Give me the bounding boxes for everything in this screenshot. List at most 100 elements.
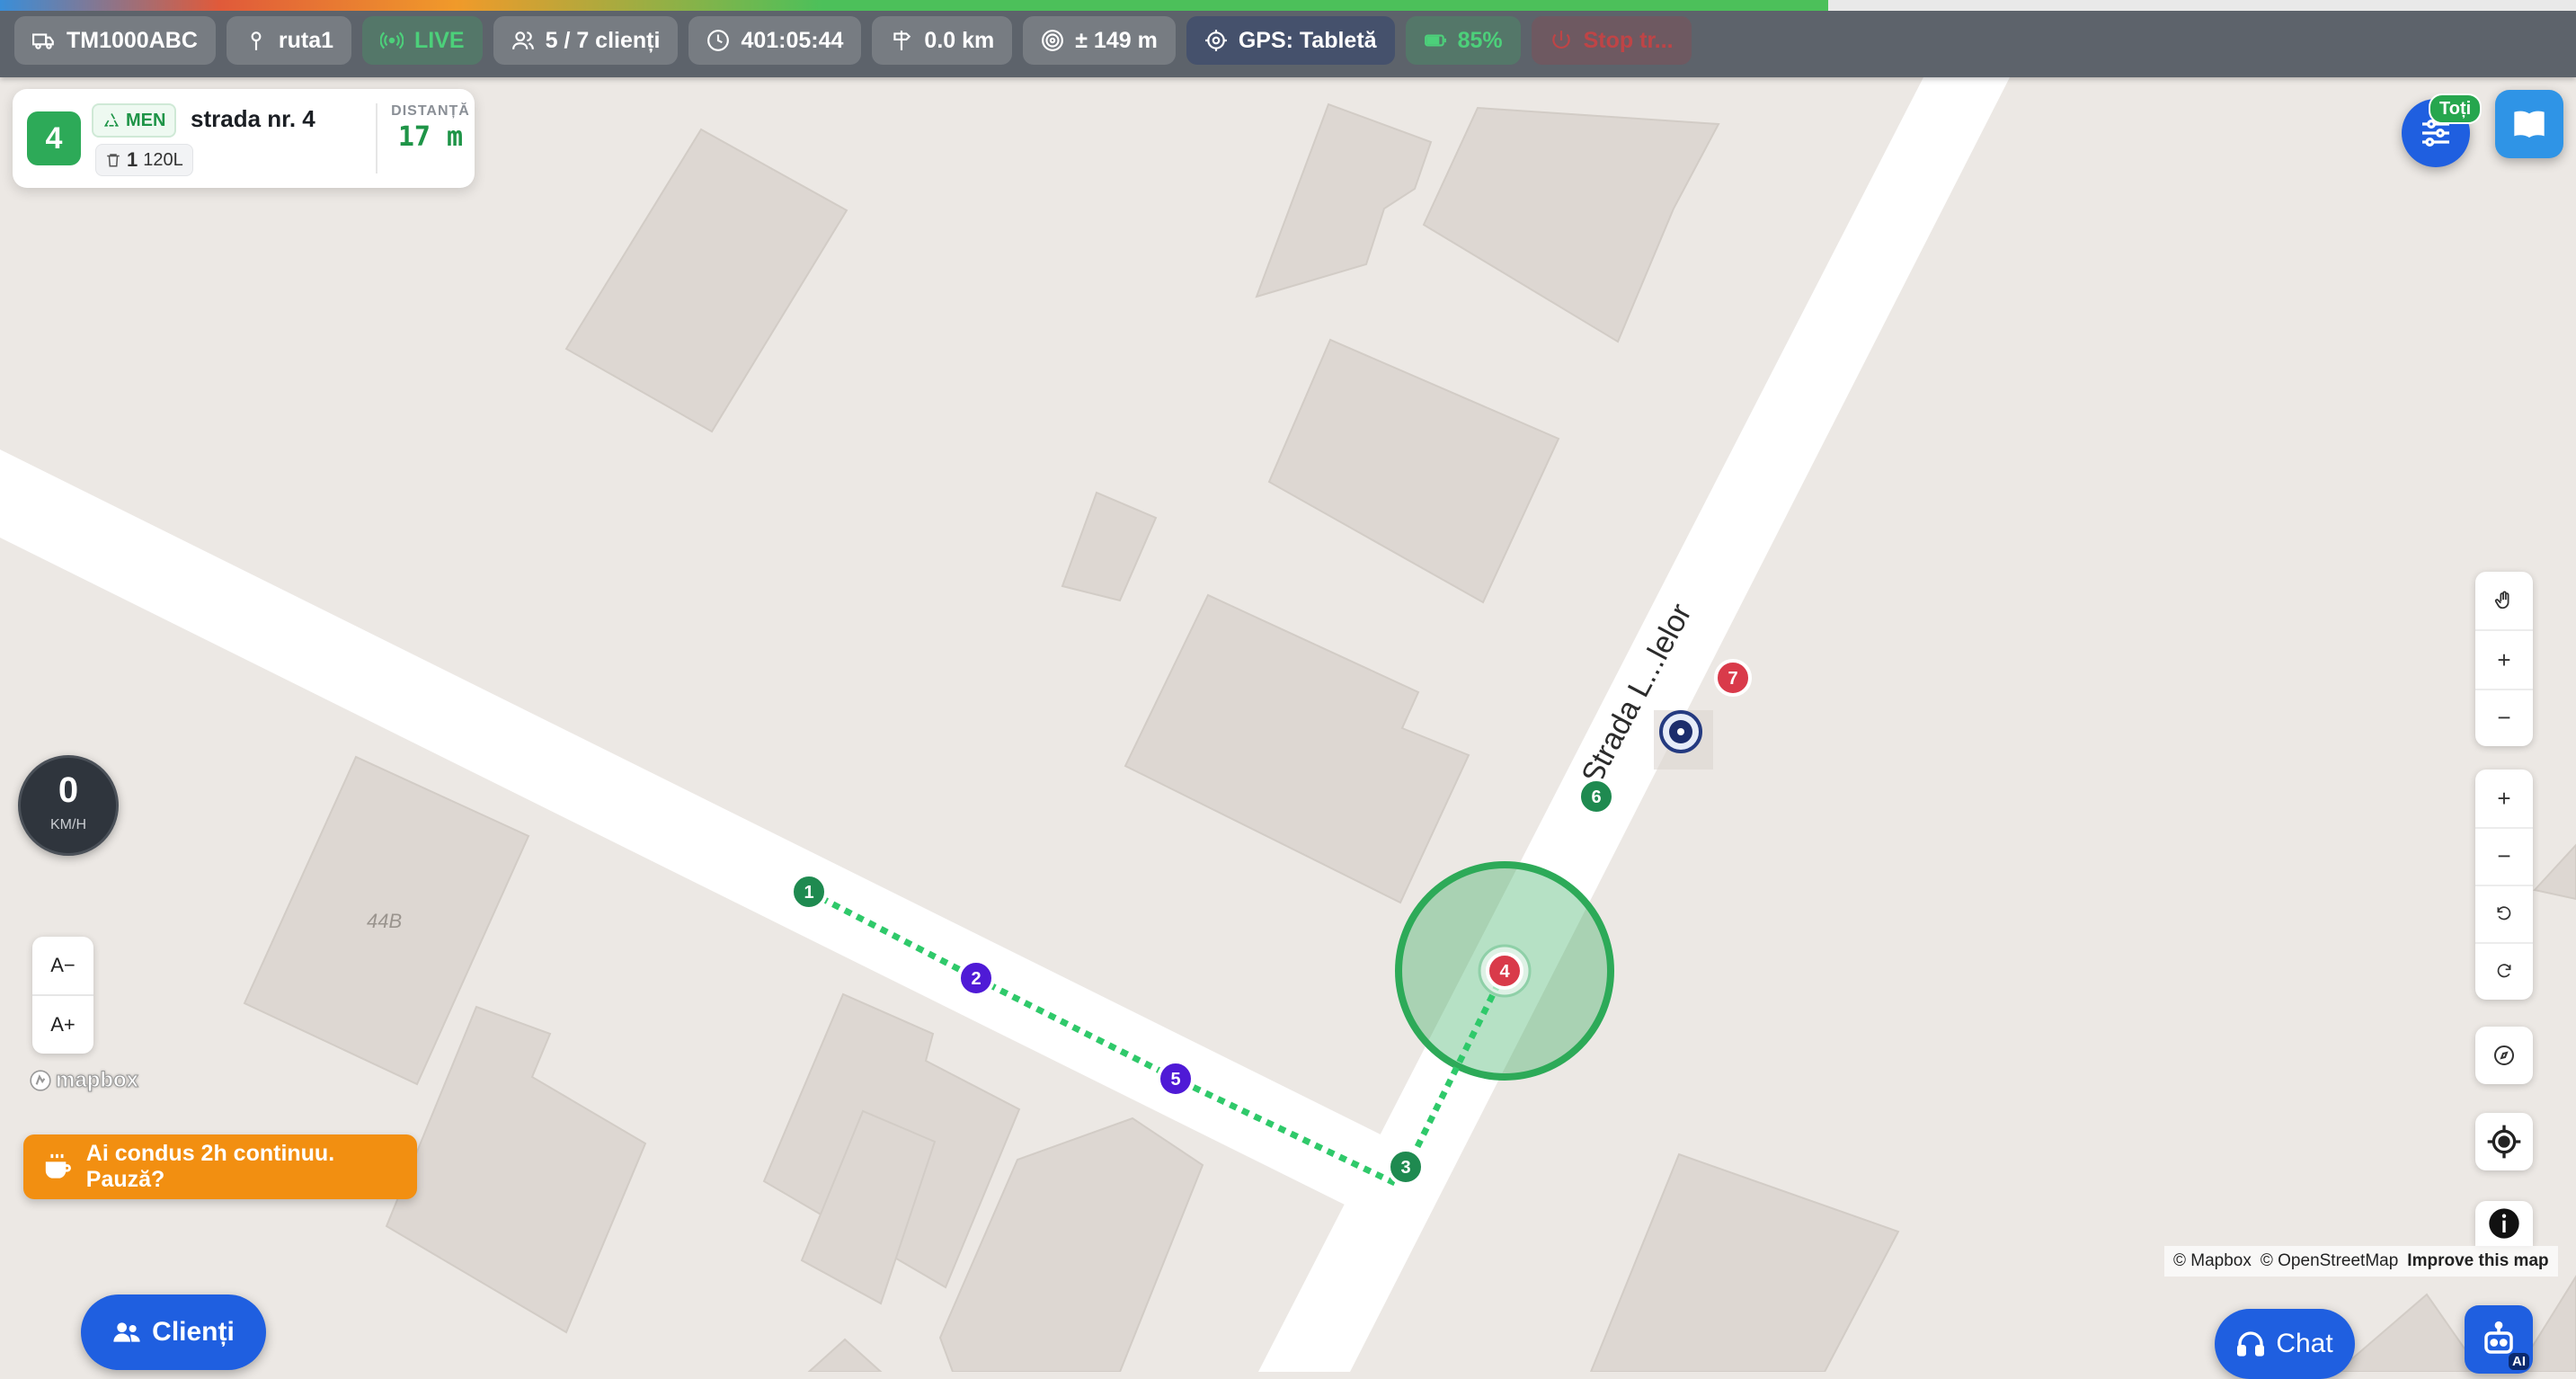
book-icon	[2514, 111, 2545, 138]
route-marker-label: 5	[1170, 1070, 1180, 1090]
distance-travelled: 0.0 km	[924, 27, 995, 53]
speed-unit: KM/H	[50, 817, 86, 832]
broadcast-icon	[380, 31, 404, 49]
distance-chip[interactable]: 0.0 km	[872, 16, 1013, 65]
filter-badge: Toți	[2429, 93, 2483, 124]
rotate-left-button[interactable]	[2475, 885, 2533, 942]
accuracy-chip[interactable]: ± 149 m	[1023, 16, 1176, 65]
map-view-controls: + −	[2475, 770, 2533, 1000]
signpost-icon	[893, 31, 911, 50]
waste-type-badge: MEN	[92, 103, 177, 138]
route-marker-label: 1	[804, 883, 813, 903]
coffee-icon	[45, 1153, 71, 1179]
clients-button-label: Clienți	[152, 1317, 235, 1347]
clock-icon	[707, 30, 730, 51]
route-marker-4[interactable]: 4	[1478, 944, 1532, 998]
elapsed-time: 401:05:44	[741, 27, 844, 53]
chat-button[interactable]: Chat	[2215, 1309, 2355, 1379]
zoom-in-button[interactable]: +	[2475, 631, 2533, 689]
pan-hand-button[interactable]	[2475, 572, 2533, 629]
status-bar: TM1000ABC ruta1 LIVE 5 / 7 clienți 401:0…	[0, 0, 2576, 77]
zoom-in-secondary-button[interactable]: +	[2475, 770, 2533, 827]
font-increase-button[interactable]: A+	[32, 996, 93, 1054]
improve-map-link[interactable]: Improve this map	[2407, 1251, 2548, 1271]
map-attribution: © Mapbox © OpenStreetMap Improve this ma…	[2164, 1246, 2558, 1277]
crosshair-icon	[1204, 30, 1227, 51]
current-stop-card[interactable]: 4 MEN strada nr. 4 1 120L DISTANȚĂ 17 m	[13, 89, 475, 188]
distance-value: 17 m	[397, 121, 464, 153]
pause-reminder-banner[interactable]: Ai condus 2h continuu. Pauză?	[23, 1134, 417, 1199]
waste-type-label: MEN	[126, 110, 166, 130]
chat-button-label: Chat	[2276, 1329, 2333, 1358]
info-button[interactable]	[2475, 1201, 2533, 1246]
route-marker-label: 3	[1400, 1158, 1410, 1178]
pause-reminder-text: Ai condus 2h continuu. Pauză?	[85, 1141, 335, 1192]
live-label: LIVE	[414, 27, 465, 53]
battery-icon	[1424, 34, 1446, 47]
truck-icon	[32, 33, 54, 49]
route-marker-label: 2	[971, 969, 981, 989]
vehicle-plate: TM1000ABC	[67, 27, 198, 53]
compass-icon	[2494, 1045, 2514, 1065]
mapbox-logo[interactable]: mapbox	[29, 1068, 139, 1093]
route-marker-7[interactable]: 7	[1714, 659, 1752, 697]
route-marker-3[interactable]: 3	[1387, 1148, 1425, 1186]
compass-button[interactable]	[2475, 1027, 2533, 1084]
route-chip[interactable]: ruta1	[226, 16, 352, 65]
users-icon	[511, 31, 534, 49]
building-number: 44B	[367, 910, 402, 932]
speedometer: 0 KM/H	[18, 755, 119, 856]
mapbox-wordmark: mapbox	[55, 1068, 139, 1093]
route-progress-bar	[0, 0, 1828, 11]
locate-icon	[2487, 1125, 2521, 1159]
power-icon	[1551, 31, 1570, 49]
route-marker-label: 6	[1591, 787, 1601, 807]
gps-accuracy: ± 149 m	[1075, 27, 1158, 53]
rotate-left-icon	[2497, 906, 2511, 921]
bin-size: 120L	[143, 149, 183, 170]
stop-number-badge: 4	[27, 111, 81, 165]
font-decrease-button[interactable]: A−	[32, 937, 93, 994]
vehicle-chip[interactable]: TM1000ABC	[14, 16, 216, 65]
headset-icon	[2237, 1331, 2265, 1357]
attribution-mapbox[interactable]: © Mapbox	[2173, 1251, 2252, 1271]
ai-tag: AI	[2509, 1353, 2529, 1370]
route-marker-1[interactable]: 1	[790, 873, 828, 911]
hand-icon	[2494, 591, 2509, 609]
distance-label: DISTANȚĂ	[391, 103, 470, 119]
stop-tracking-label: Stop tr...	[1583, 27, 1674, 53]
locate-me-button[interactable]	[2475, 1113, 2533, 1170]
gps-source: GPS: Tabletă	[1238, 27, 1377, 53]
clients-button[interactable]: Clienți	[81, 1294, 266, 1370]
pin-icon	[251, 31, 262, 50]
route-marker-label: 4	[1499, 962, 1510, 982]
route-marker-label: 7	[1728, 669, 1737, 689]
recycle-icon	[103, 113, 120, 127]
route-marker-5[interactable]: 5	[1157, 1060, 1195, 1098]
clients-count: 5 / 7 clienți	[545, 27, 661, 53]
timer-chip[interactable]: 401:05:44	[688, 16, 862, 65]
rotate-right-button[interactable]	[2475, 942, 2533, 1000]
bin-info-badge: 1 120L	[95, 144, 193, 176]
route-marker-6[interactable]: 6	[1577, 778, 1615, 815]
info-icon	[2489, 1208, 2519, 1239]
battery-chip[interactable]: 85%	[1405, 16, 1521, 65]
live-chip[interactable]: LIVE	[362, 16, 483, 65]
target-icon	[1042, 30, 1064, 51]
stop-tracking-chip[interactable]: Stop tr...	[1531, 16, 1692, 65]
users-icon	[113, 1322, 140, 1342]
mapbox-icon	[30, 1070, 51, 1091]
zoom-out-button[interactable]: −	[2475, 689, 2533, 746]
zoom-out-secondary-button[interactable]: −	[2475, 827, 2533, 885]
map-interaction-controls: + −	[2475, 572, 2533, 746]
route-name: ruta1	[278, 27, 334, 53]
clients-chip[interactable]: 5 / 7 clienți	[493, 16, 679, 65]
rotate-right-icon	[2497, 964, 2511, 978]
current-location-marker	[1654, 710, 1713, 770]
route-marker-2[interactable]: 2	[957, 959, 995, 997]
bin-count: 1	[127, 148, 138, 171]
ai-assistant-button[interactable]: AI	[2465, 1305, 2533, 1374]
guide-button[interactable]	[2495, 90, 2563, 158]
gps-source-chip[interactable]: GPS: Tabletă	[1186, 16, 1395, 65]
attribution-osm[interactable]: © OpenStreetMap	[2261, 1251, 2398, 1271]
